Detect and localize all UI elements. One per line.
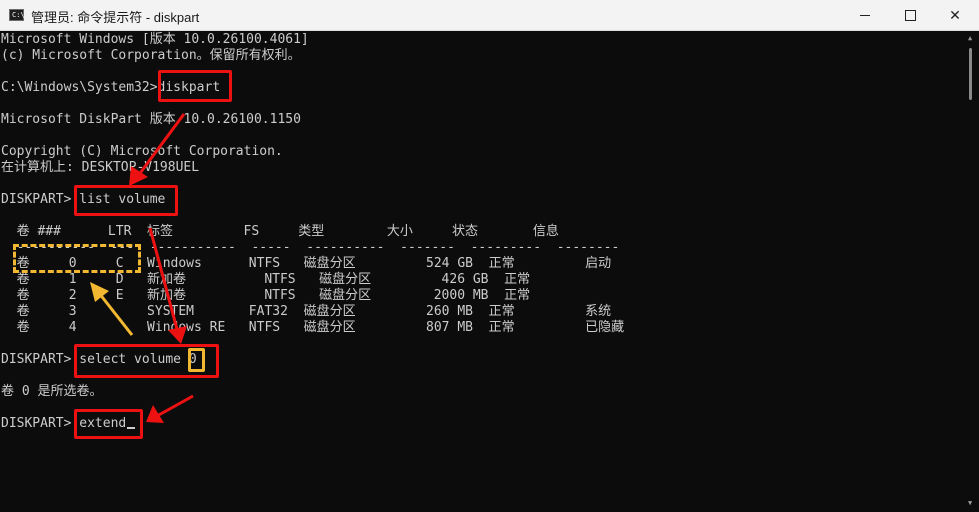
- highlight-box-diskpart: [158, 70, 232, 102]
- highlight-box-list-volume: [74, 185, 178, 216]
- vertical-scrollbar[interactable]: ▲ ▼: [962, 31, 979, 512]
- console-line: Microsoft DiskPart 版本 10.0.26100.1150: [1, 112, 301, 127]
- console-line: 卷 0 是所选卷。: [1, 384, 103, 399]
- scroll-thumb[interactable]: [969, 48, 972, 100]
- scroll-down-arrow-icon[interactable]: ▼: [968, 499, 972, 507]
- scroll-up-arrow-icon[interactable]: ▲: [968, 34, 972, 42]
- table-header: 卷 ### LTR 标签 FS 类型 大小 状态 信息: [1, 224, 559, 239]
- highlight-box-volume-number: [188, 348, 205, 372]
- maximize-button[interactable]: [887, 0, 933, 31]
- close-button[interactable]: ✕: [932, 0, 978, 31]
- minimize-button[interactable]: [842, 0, 888, 31]
- console-line: Copyright (C) Microsoft Corporation.: [1, 144, 283, 159]
- table-row: 卷 1 D 新加卷 NTFS 磁盘分区 426 GB 正常: [1, 272, 531, 287]
- console-line: (c) Microsoft Corporation。保留所有权利。: [1, 48, 301, 63]
- cmd-icon-label: C:\: [12, 11, 25, 19]
- close-icon: ✕: [949, 7, 961, 24]
- table-row: 卷 4 Windows RE NTFS 磁盘分区 807 MB 正常 已隐藏: [1, 320, 625, 335]
- highlight-box-extend: [74, 409, 143, 439]
- console-output[interactable]: Microsoft Windows [版本 10.0.26100.4061] (…: [0, 31, 962, 512]
- window-title: 管理员: 命令提示符 - diskpart: [31, 10, 200, 25]
- console-line: 在计算机上: DESKTOP-V198UEL: [1, 160, 200, 175]
- table-row: 卷 3 SYSTEM FAT32 磁盘分区 260 MB 正常 系统: [1, 304, 612, 319]
- highlight-box-volume-0-row: [13, 244, 141, 273]
- maximize-icon: [904, 10, 916, 21]
- minimize-icon: [860, 15, 870, 16]
- cmd-icon: C:\: [9, 9, 25, 21]
- table-row: 卷 2 E 新加卷 NTFS 磁盘分区 2000 MB 正常: [1, 288, 531, 303]
- console-line: Microsoft Windows [版本 10.0.26100.4061]: [1, 32, 309, 47]
- title-bar: C:\ 管理员: 命令提示符 - diskpart ✕: [0, 0, 979, 31]
